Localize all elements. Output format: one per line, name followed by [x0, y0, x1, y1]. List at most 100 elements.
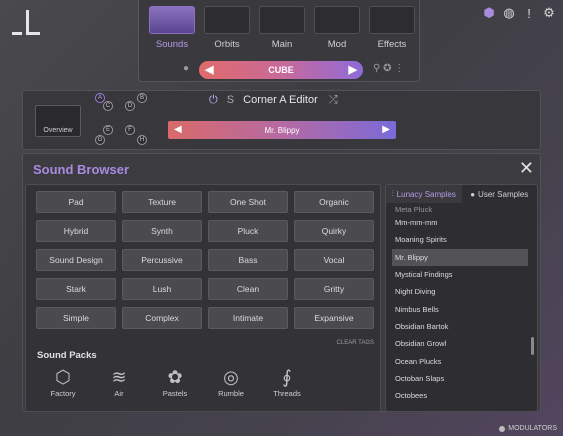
- alert-icon[interactable]: !: [521, 4, 537, 22]
- prev-sample-icon[interactable]: ◀: [174, 124, 182, 135]
- tag-expansive[interactable]: Expansive: [294, 307, 374, 329]
- tag-vocal[interactable]: Vocal: [294, 249, 374, 271]
- sample-item[interactable]: Obsidian Growl: [392, 335, 528, 352]
- tag-texture[interactable]: Texture: [122, 191, 202, 213]
- tag-quirky[interactable]: Quirky: [294, 220, 374, 242]
- pack-factory[interactable]: ⬡ Factory: [38, 367, 88, 398]
- pack-air[interactable]: ≋ Air: [94, 367, 144, 398]
- corner-d[interactable]: D: [125, 101, 135, 111]
- top-toolbar: ⬢ ◍ ! ⚙: [481, 4, 557, 22]
- sample-item[interactable]: Nimbus Bells: [392, 300, 528, 317]
- user-icon: ●: [470, 189, 476, 199]
- scrollbar[interactable]: [531, 337, 534, 355]
- solo-button[interactable]: S: [227, 94, 234, 106]
- tag-stark[interactable]: Stark: [36, 278, 116, 300]
- sample-selector[interactable]: ◀ Mr. Blippy ▶: [168, 121, 396, 139]
- pack-label: Factory: [50, 389, 76, 398]
- cube-icon: ⬡: [55, 367, 71, 387]
- tag-lush[interactable]: Lush: [122, 278, 202, 300]
- clear-tags-button[interactable]: CLEAR TAGS: [337, 340, 374, 346]
- pack-pastels[interactable]: ✿ Pastels: [150, 367, 200, 398]
- sample-item[interactable]: Obsidian Bartok: [392, 318, 528, 335]
- effects-thumbnail: [369, 6, 415, 34]
- tag-organic[interactable]: Organic: [294, 191, 374, 213]
- utility-icons[interactable]: ⚲ ✪ ⋮: [373, 63, 404, 74]
- corner-g[interactable]: G: [95, 135, 105, 145]
- modulators-toggle[interactable]: MODULATORS: [499, 425, 557, 432]
- pack-label: Threads: [273, 389, 301, 398]
- sample-item[interactable]: Mr. Blippy: [392, 248, 528, 266]
- corner-b[interactable]: B: [137, 93, 147, 103]
- tag-pad[interactable]: Pad: [36, 191, 116, 213]
- sample-item[interactable]: Meta Pluck: [392, 205, 528, 214]
- sample-item[interactable]: Mystical Findings: [392, 266, 528, 283]
- tab-effects[interactable]: Effects: [368, 6, 416, 52]
- sound-browser: Sound Browser ✕ Pad Texture One Shot Organi…: [22, 153, 541, 412]
- close-icon[interactable]: ✕: [519, 158, 534, 179]
- overview-label: Overview: [43, 127, 73, 134]
- tag-clean[interactable]: Clean: [208, 278, 288, 300]
- next-preset-icon[interactable]: ▶: [349, 63, 357, 76]
- sample-item[interactable]: Moaning Spirits: [392, 231, 528, 248]
- tab-main[interactable]: Main: [258, 6, 306, 52]
- main-thumbnail: [259, 6, 305, 34]
- main-nav: Sounds Orbits Main Mod Effects ● ◀ CUBE …: [138, 0, 420, 82]
- tag-gritty[interactable]: Gritty: [294, 278, 374, 300]
- modulators-label: MODULATORS: [508, 425, 557, 432]
- sample-item[interactable]: Octoban Slaps: [392, 370, 528, 387]
- tab-label: User Samples: [478, 189, 529, 199]
- sample-item[interactable]: Octobees: [392, 387, 528, 404]
- sample-tabs: ⫶ Lunacy Samples ● User Samples: [386, 185, 537, 203]
- ripple-icon: ◎: [223, 367, 239, 387]
- shuffle-icon[interactable]: ⤮: [329, 94, 338, 106]
- modulators-dot-icon: [499, 425, 506, 432]
- tab-label: Sounds: [155, 39, 189, 50]
- globe-icon[interactable]: ◍: [501, 4, 517, 22]
- tab-lunacy-samples[interactable]: ⫶ Lunacy Samples: [386, 185, 462, 203]
- pack-label: Air: [114, 389, 124, 398]
- sample-item[interactable]: Mm-mm-mm: [392, 214, 528, 231]
- pack-rumble[interactable]: ◎ Rumble: [206, 367, 256, 398]
- tag-sound-design[interactable]: Sound Design: [36, 249, 116, 271]
- corner-h[interactable]: H: [137, 135, 147, 145]
- overview-button[interactable]: Overview: [35, 105, 81, 137]
- pack-label: Rumble: [218, 389, 244, 398]
- sample-item[interactable]: Night Diving: [392, 283, 528, 300]
- sample-list[interactable]: Meta Pluck Mm-mm-mm Moaning Spirits Mr. Bli…: [392, 205, 528, 411]
- sample-name: Mr. Blippy: [264, 125, 300, 135]
- pack-label: Pastels: [162, 389, 188, 398]
- tab-label: Main: [271, 39, 293, 50]
- tag-percussive[interactable]: Percussive: [122, 249, 202, 271]
- prev-preset-icon[interactable]: ◀: [205, 63, 213, 76]
- corner-f[interactable]: F: [125, 125, 135, 135]
- tab-mod[interactable]: Mod: [313, 6, 361, 52]
- corner-editor: Overview A B C D E F G H ⏻ S Corner A Ed…: [22, 90, 541, 150]
- tag-pluck[interactable]: Pluck: [208, 220, 288, 242]
- tag-hybrid[interactable]: Hybrid: [36, 220, 116, 242]
- sample-item[interactable]: Ocean Plucks: [392, 352, 528, 369]
- preset-selector[interactable]: ◀ CUBE ▶: [199, 61, 363, 79]
- tag-simple[interactable]: Simple: [36, 307, 116, 329]
- corner-e[interactable]: E: [103, 125, 113, 135]
- browser-title: Sound Browser: [33, 162, 130, 177]
- tag-one-shot[interactable]: One Shot: [208, 191, 288, 213]
- waveform-icon: ⫶: [391, 189, 394, 198]
- cube-icon[interactable]: ⬢: [481, 4, 497, 22]
- shuffle-icon[interactable]: ●: [183, 63, 189, 74]
- tab-sounds[interactable]: Sounds: [148, 6, 196, 52]
- sounds-thumbnail: [149, 6, 195, 34]
- pack-threads[interactable]: ∮ Threads: [262, 367, 312, 398]
- gear-icon[interactable]: ⚙: [541, 4, 557, 22]
- sound-packs-title: Sound Packs: [37, 350, 97, 361]
- tag-intimate[interactable]: Intimate: [208, 307, 288, 329]
- tab-orbits[interactable]: Orbits: [203, 6, 251, 52]
- tag-complex[interactable]: Complex: [122, 307, 202, 329]
- tab-user-samples[interactable]: ● User Samples: [462, 185, 538, 203]
- power-icon[interactable]: ⏻: [209, 94, 218, 106]
- editor-title: Corner A Editor: [243, 94, 318, 106]
- tag-synth[interactable]: Synth: [122, 220, 202, 242]
- corner-cube-grid: A B C D E F G H: [95, 93, 147, 147]
- next-sample-icon[interactable]: ▶: [382, 124, 390, 135]
- corner-c[interactable]: C: [103, 101, 113, 111]
- tag-bass[interactable]: Bass: [208, 249, 288, 271]
